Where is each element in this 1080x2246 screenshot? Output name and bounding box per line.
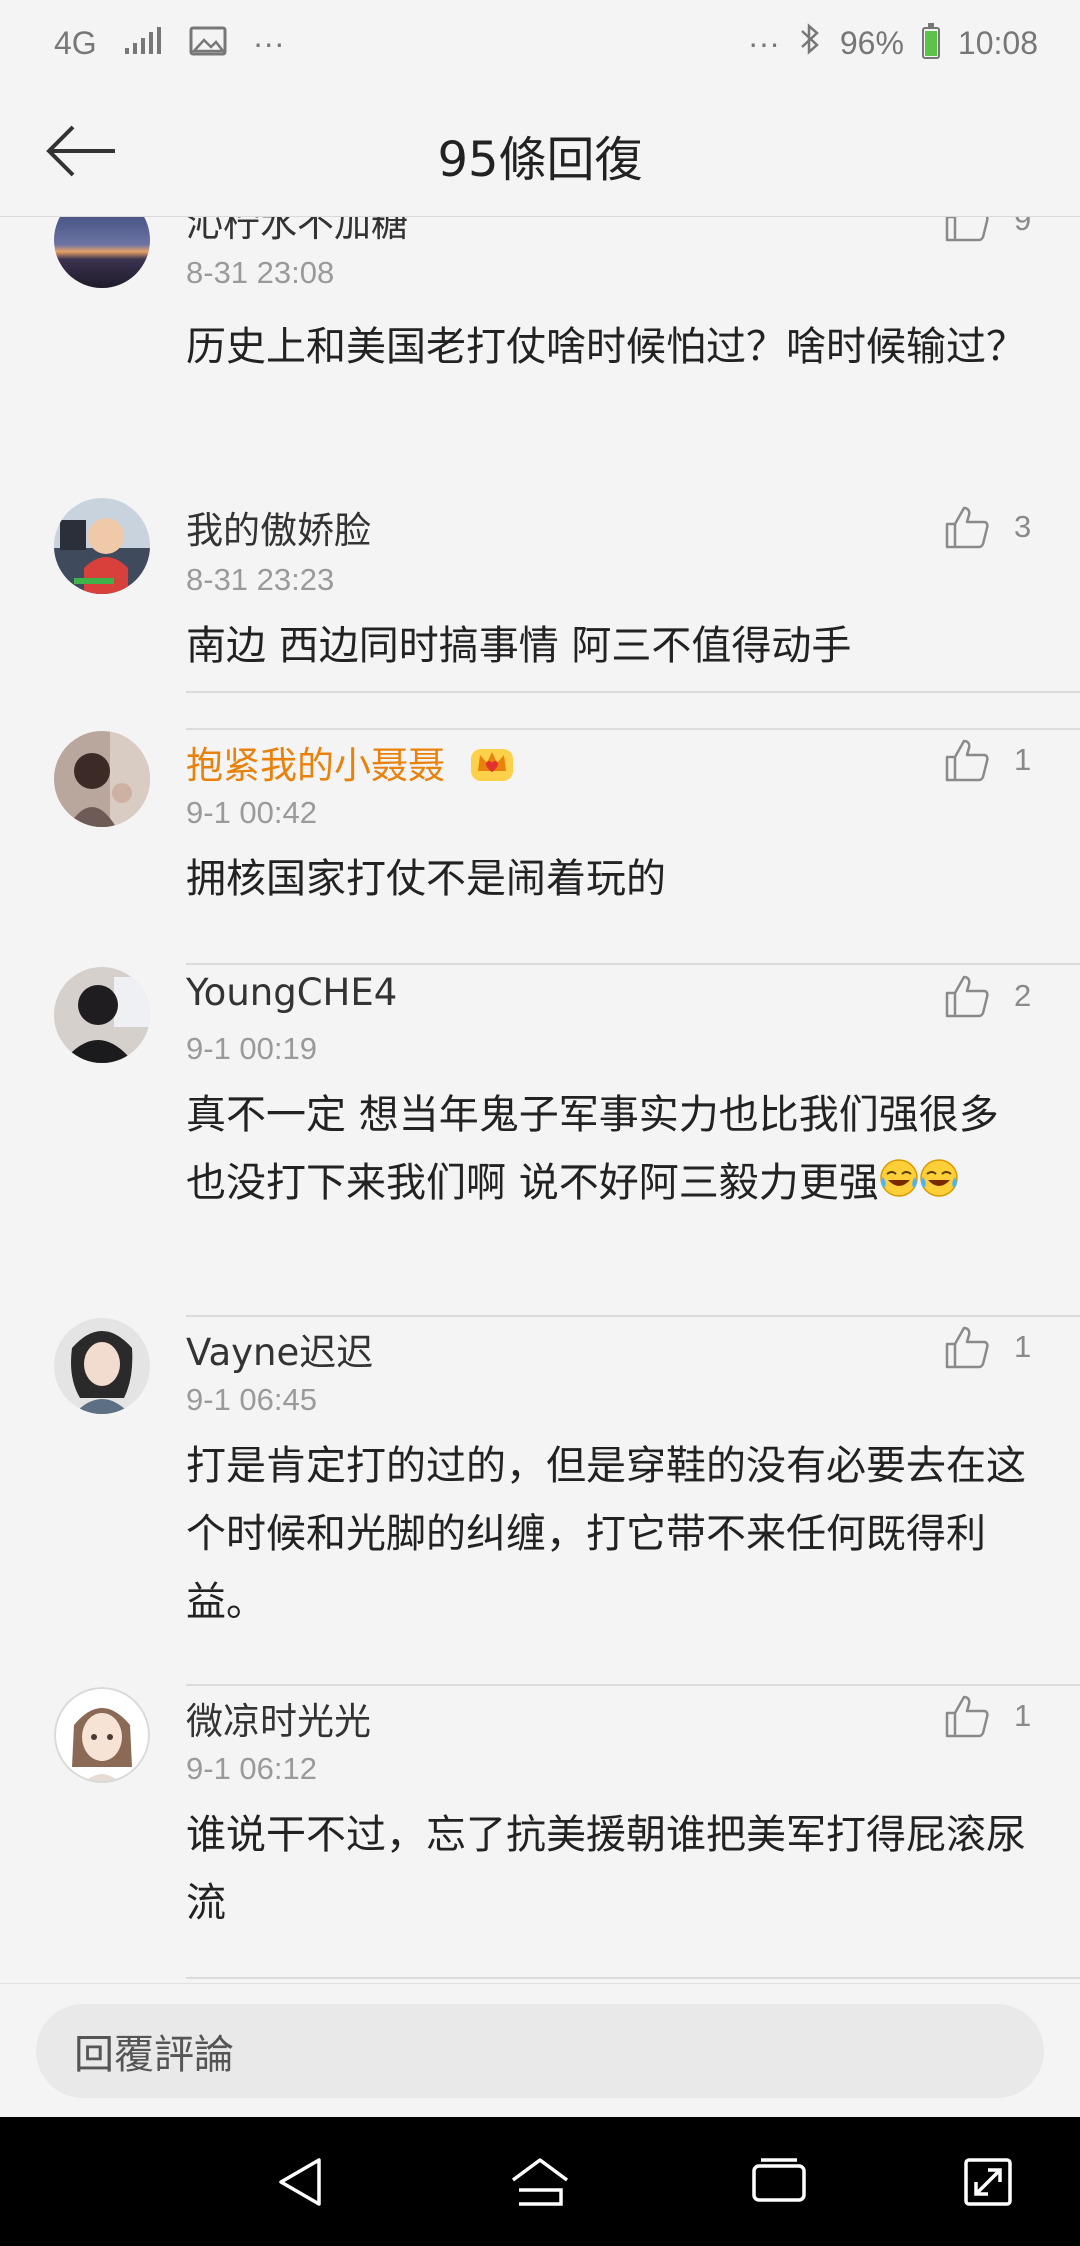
comment-time: 8-31 23:23 xyxy=(186,562,335,597)
app-screen: 4G ··· ··· 96% 10:08 95條回復 沁柠水不加糖 9 8-31… xyxy=(0,0,1080,2246)
comment-time: 9-1 06:45 xyxy=(186,1382,317,1417)
home-icon xyxy=(511,2158,569,2206)
laughing-crying-emoji-icon xyxy=(919,1151,959,1219)
divider xyxy=(186,963,1080,965)
expand-icon xyxy=(964,2158,1012,2206)
like-button[interactable]: 2 xyxy=(944,973,1032,1019)
divider xyxy=(186,1315,1080,1317)
battery-icon xyxy=(921,23,940,59)
comment-text: 拥核国家打仗不是闹着玩的 xyxy=(186,856,666,902)
comment-list[interactable]: 沁柠水不加糖 9 8-31 23:08 历史上和美国老打仗啥时候怕过？啥时候输过… xyxy=(0,217,1080,1983)
laughing-crying-emoji-icon xyxy=(879,1151,919,1219)
nav-home-button[interactable] xyxy=(505,2147,575,2217)
avatar[interactable] xyxy=(54,731,150,827)
like-count: 1 xyxy=(1014,742,1032,777)
comment-text: 真不一定 想当年鬼子军事实力也比我们强很多 也没打下来我们啊 说不好阿三毅力更强 xyxy=(186,1092,999,1206)
status-right: ··· 96% 10:08 xyxy=(748,18,1038,68)
status-bar: 4G ··· ··· 96% 10:08 xyxy=(0,0,1080,86)
avatar[interactable] xyxy=(54,498,150,594)
more-status-icon: ··· xyxy=(747,24,780,61)
like-button[interactable]: 1 xyxy=(944,1324,1032,1370)
recents-icon xyxy=(752,2158,806,2202)
comment-time: 8-31 23:08 xyxy=(186,255,335,290)
commenter-name[interactable]: 微凉时光光 xyxy=(186,1691,371,1745)
comment-time: 9-1 00:19 xyxy=(186,1031,317,1066)
clock: 10:08 xyxy=(957,24,1038,61)
divider xyxy=(186,1684,1080,1686)
comment-time: 9-1 00:42 xyxy=(186,795,317,830)
like-count: 1 xyxy=(1014,1329,1032,1364)
commenter-name[interactable]: YoungCHE4 xyxy=(186,971,397,1014)
vip-crown-icon xyxy=(469,743,515,792)
header-bar: 95條回復 xyxy=(0,86,1080,217)
commenter-name[interactable]: 沁柠水不加糖 xyxy=(186,217,408,247)
thumbs-up-icon xyxy=(945,1326,989,1369)
bluetooth-icon xyxy=(798,21,822,66)
commenter-name: 抱紧我的小聂聂 xyxy=(186,744,445,787)
reply-bar: 回覆評論 xyxy=(0,1983,1080,2118)
comment-text: 南边 西边同时搞事情 阿三不值得动手 xyxy=(186,623,852,669)
nav-recents-button[interactable] xyxy=(744,2147,814,2217)
commenter-name[interactable]: 我的傲娇脸 xyxy=(186,500,371,554)
like-count: 2 xyxy=(1014,978,1032,1013)
thumbs-up-icon xyxy=(945,506,989,549)
nav-back-button[interactable] xyxy=(266,2147,336,2217)
comment-item: YoungCHE4 2 9-1 00:19 真不一定 想当年鬼子军事实力也比我们… xyxy=(0,967,1080,1317)
commenter-name-vip[interactable]: 抱紧我的小聂聂 xyxy=(186,735,515,792)
comment-item: 微凉时光光 1 9-1 06:12 谁说干不过，忘了抗美援朝谁把美军打得屁滚尿流 xyxy=(0,1687,1080,1983)
avatar[interactable] xyxy=(54,967,150,1063)
like-button[interactable]: 9 xyxy=(944,217,1032,243)
comment-text: 历史上和美国老打仗啥时候怕过？啥时候输过？ xyxy=(186,324,1026,370)
like-button[interactable]: 1 xyxy=(944,737,1032,783)
triangle-back-icon xyxy=(279,2158,321,2206)
like-button[interactable]: 1 xyxy=(944,1693,1032,1739)
like-count: 9 xyxy=(1014,217,1032,237)
like-count: 1 xyxy=(1014,1698,1032,1733)
comment-item: 我的傲娇脸 3 8-31 23:23 南边 西边同时搞事情 阿三不值得动手 xyxy=(0,498,1080,730)
like-button[interactable]: 3 xyxy=(944,504,1032,550)
avatar[interactable] xyxy=(54,217,150,288)
comment-item: 抱紧我的小聂聂 1 9-1 00:42 拥核国家打仗不是闹着玩的 xyxy=(0,731,1080,965)
comment-time: 9-1 06:12 xyxy=(186,1751,317,1786)
battery-percent: 96% xyxy=(839,24,904,61)
divider xyxy=(186,728,1080,730)
thumbs-up-icon xyxy=(945,975,989,1018)
image-notification-icon xyxy=(189,26,227,61)
nav-expand-button[interactable] xyxy=(953,2147,1023,2217)
comment-item: Vayne迟迟 1 9-1 06:45 打是肯定打的过的，但是穿鞋的没有必要去在… xyxy=(0,1318,1080,1686)
network-type: 4G xyxy=(54,24,97,61)
comment-text: 谁说干不过，忘了抗美援朝谁把美军打得屁滚尿流 xyxy=(186,1812,1026,1926)
avatar[interactable] xyxy=(54,1318,150,1414)
reply-input[interactable]: 回覆評論 xyxy=(36,2004,1044,2098)
like-count: 3 xyxy=(1014,509,1032,544)
page-title: 95條回復 xyxy=(437,132,643,188)
thumbs-up-icon xyxy=(945,1695,989,1738)
comment-text: 打是肯定打的过的，但是穿鞋的没有必要去在这个时候和光脚的纠缠，打它带不来任何既得… xyxy=(186,1443,1026,1625)
signal-icon xyxy=(123,26,163,61)
more-notifications-icon: ··· xyxy=(252,24,285,61)
divider xyxy=(186,1977,1080,1979)
status-left: 4G ··· xyxy=(54,18,285,68)
system-nav-bar xyxy=(0,2117,1080,2246)
commenter-name[interactable]: Vayne迟迟 xyxy=(186,1322,373,1376)
comment-text-block: 真不一定 想当年鬼子军事实力也比我们强很多 也没打下来我们啊 说不好阿三毅力更强 xyxy=(186,1081,1036,1219)
reply-placeholder: 回覆評論 xyxy=(74,2032,234,2078)
avatar[interactable] xyxy=(54,1687,150,1783)
thumbs-up-icon xyxy=(945,739,989,782)
thumbs-up-icon xyxy=(945,217,989,242)
